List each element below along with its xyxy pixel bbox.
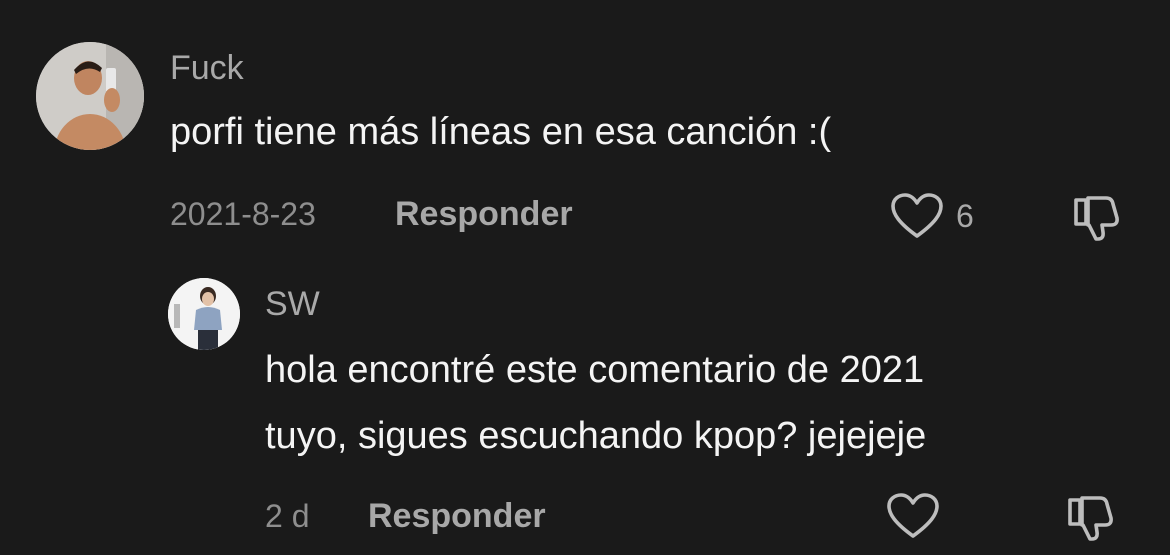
reply-button[interactable]: Responder [368, 496, 546, 536]
comment-username[interactable]: Fuck [170, 48, 244, 88]
reply-button[interactable]: Responder [395, 194, 573, 234]
comment-text: porfi tiene más líneas en esa canción :( [170, 111, 832, 153]
reply-date: 2 d [265, 498, 310, 534]
reply-username[interactable]: SW [265, 284, 320, 324]
like-count: 6 [956, 198, 974, 234]
comment-date: 2021-8-23 [170, 196, 316, 232]
reply-text-line-2: tuyo, sigues escuchando kpop? jejejeje [265, 415, 927, 457]
avatar-photo [36, 42, 144, 150]
reply-text-line-1: hola encontré este comentario de 2021 [265, 349, 925, 391]
thumbs-down-icon[interactable] [1072, 192, 1124, 244]
avatar-photo [168, 278, 240, 350]
reply-item: SW hola encontré este comentario de 2021… [0, 260, 1170, 555]
avatar[interactable] [36, 42, 144, 150]
comment-item: Fuck porfi tiene más líneas en esa canci… [0, 0, 1170, 260]
thumbs-down-icon[interactable] [1066, 492, 1118, 544]
heart-outline-icon[interactable] [886, 492, 940, 540]
heart-outline-icon[interactable] [890, 192, 944, 240]
avatar[interactable] [168, 278, 240, 350]
